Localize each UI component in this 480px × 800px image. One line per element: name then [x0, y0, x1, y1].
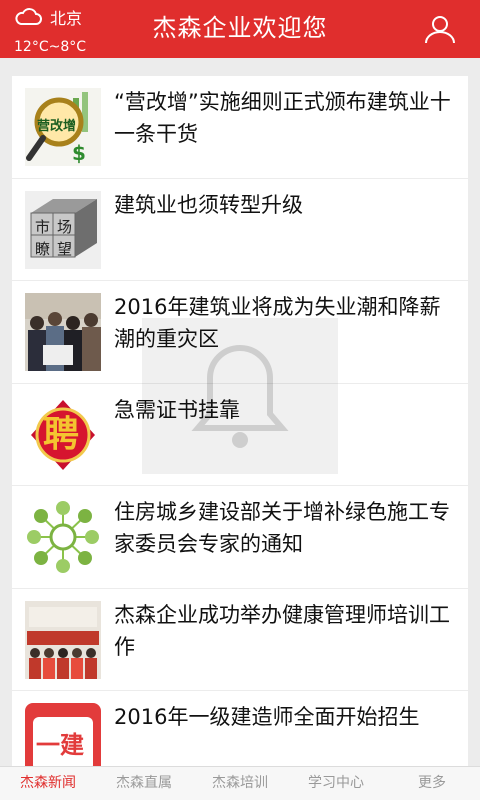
user-icon[interactable]	[424, 14, 456, 44]
thumbnail-label: 营改增	[37, 119, 77, 134]
tab-jiesen-news[interactable]: 杰森新闻	[0, 767, 96, 800]
news-thumbnail	[25, 498, 101, 576]
thumbnail-label: 场	[57, 217, 73, 236]
thumbnail-label: 望	[57, 239, 73, 258]
thumbnail-label: 一建	[36, 731, 84, 759]
thumbnail-label: 市	[35, 217, 51, 236]
news-thumbnail: $ 营改增	[25, 88, 101, 166]
news-item[interactable]: $ 营改增 “营改增”实施细则正式颁布建筑业十一条干货	[12, 76, 468, 179]
news-title: 2016年一级建造师全面开始招生	[114, 705, 420, 729]
news-thumbnail: 一建	[25, 703, 101, 766]
news-title: 建筑业也须转型升级	[114, 192, 303, 217]
bell-icon	[142, 318, 338, 474]
app-header: 北京 12°C~8°C 杰森企业欢迎您	[0, 0, 480, 58]
news-item[interactable]: 一建 2016年一级建造师全面开始招生	[12, 691, 468, 766]
news-item[interactable]: 市 场 瞭 望 建筑业也须转型升级	[12, 179, 468, 281]
news-thumbnail: 市 场 瞭 望	[25, 190, 101, 269]
tab-learning-center[interactable]: 学习中心	[288, 767, 384, 800]
news-title: 杰森企业成功举办健康管理师培训工作	[114, 602, 450, 659]
news-title: “营改增”实施细则正式颁布建筑业十一条干货	[114, 90, 451, 146]
thumbnail-label: 瞭	[35, 239, 51, 258]
news-thumbnail: 聘	[25, 395, 101, 474]
bottom-tab-bar: 杰森新闻 杰森直属 杰森培训 学习中心 更多	[0, 766, 480, 800]
news-item[interactable]: 杰森企业成功举办健康管理师培训工作	[12, 589, 468, 691]
tab-jiesen-direct[interactable]: 杰森直属	[96, 767, 192, 800]
thumbnail-label: 聘	[43, 413, 80, 455]
tab-more[interactable]: 更多	[384, 767, 480, 800]
news-thumbnail	[25, 600, 101, 679]
news-thumbnail	[25, 293, 101, 371]
svg-text:$: $	[72, 141, 86, 165]
page-title: 杰森企业欢迎您	[152, 14, 328, 42]
news-title: 住房城乡建设部关于增补绿色施工专家委员会专家的通知	[114, 500, 450, 556]
tab-jiesen-training[interactable]: 杰森培训	[192, 767, 288, 800]
news-item[interactable]: 住房城乡建设部关于增补绿色施工专家委员会专家的通知	[12, 486, 468, 589]
